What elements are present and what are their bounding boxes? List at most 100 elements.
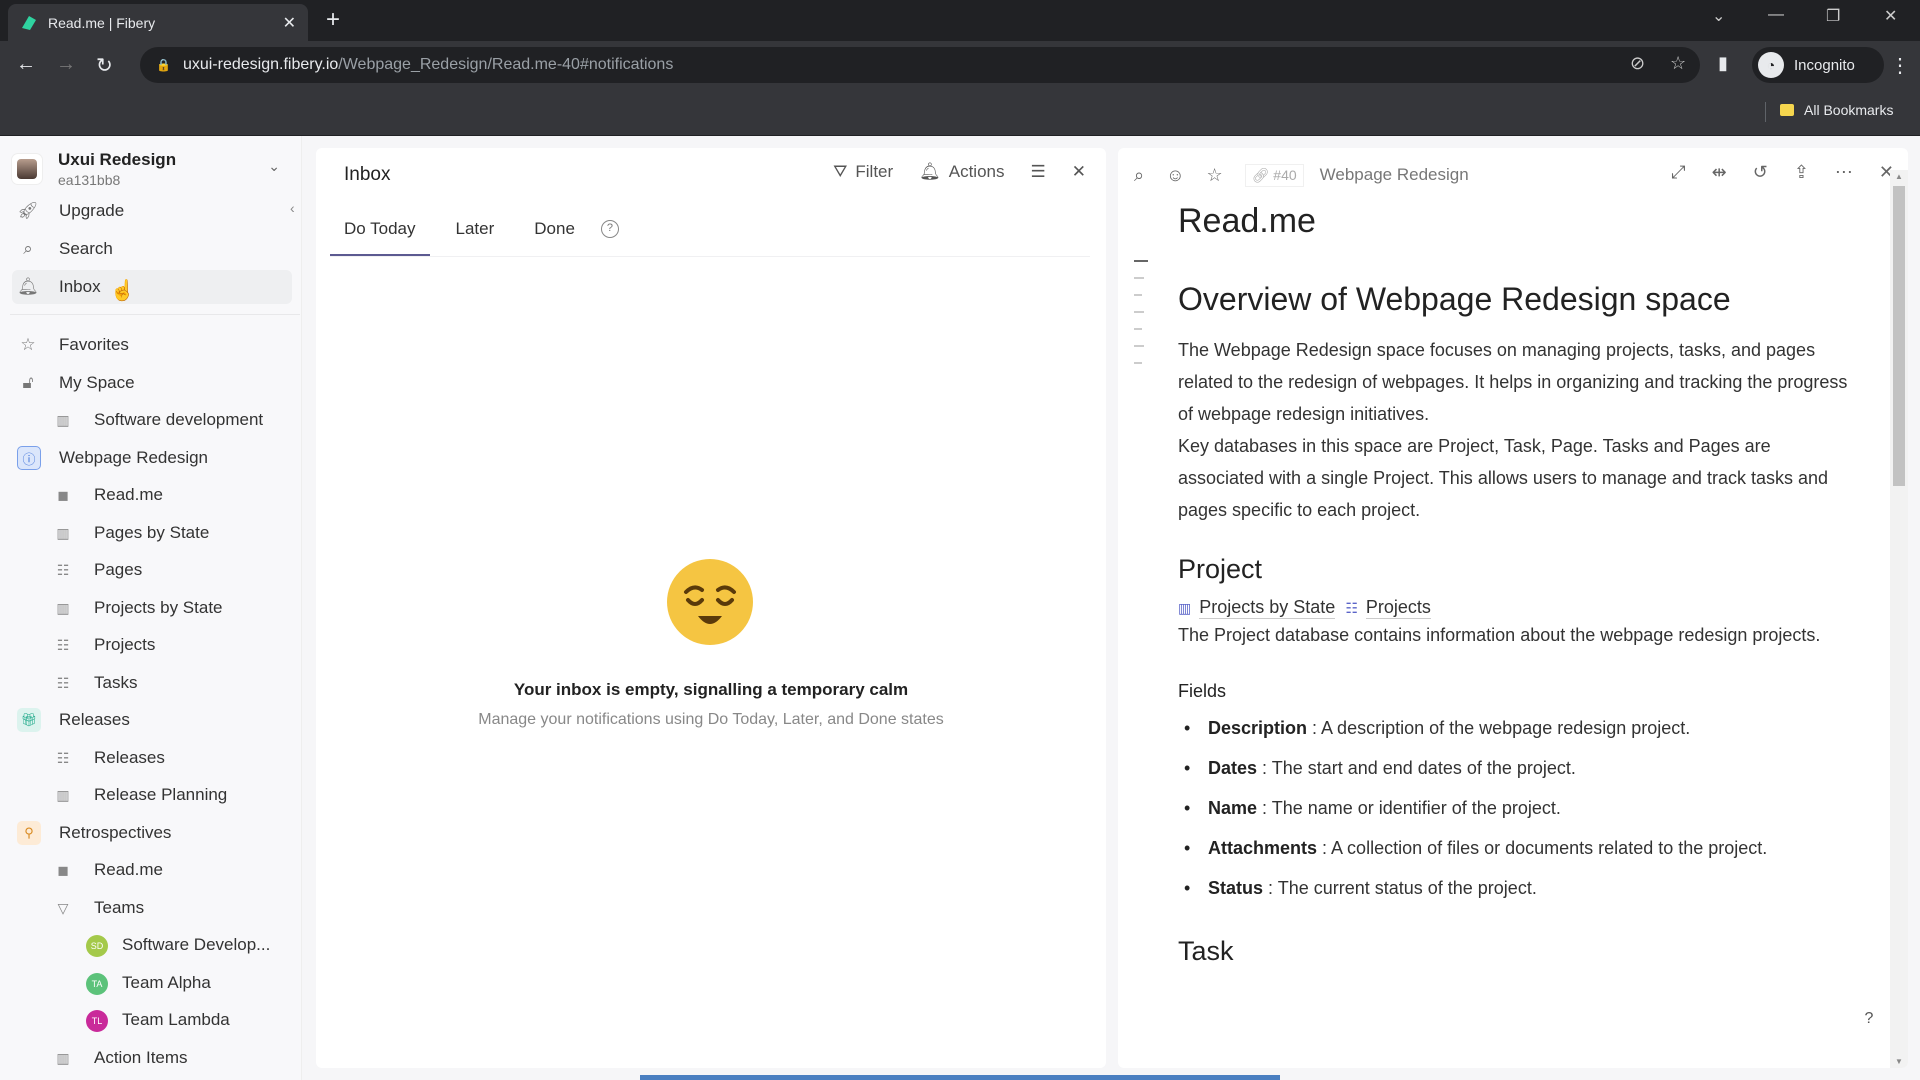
triangle-down-icon: ▽ xyxy=(57,899,69,916)
split-width-icon[interactable]: ⇹ xyxy=(1712,162,1727,183)
lock-icon: 🔓︎ xyxy=(22,373,34,392)
actions-button[interactable]: 🔔︎ Actions xyxy=(919,162,1004,182)
sidebar-item-readme[interactable]: ◼ Read.me xyxy=(12,478,292,512)
sidebar-item-retrospectives[interactable]: ⚲ Retrospectives xyxy=(12,816,292,850)
sidebar-item-software-development[interactable]: ▥ Software development xyxy=(12,403,292,437)
sidebar-item-pages-by-state[interactable]: ▥ Pages by State xyxy=(12,516,292,550)
table-of-contents-markers[interactable] xyxy=(1134,260,1148,379)
emoji-icon[interactable]: ☺ xyxy=(1166,165,1184,186)
sidebar-item-team-alpha[interactable]: TA Team Alpha xyxy=(12,966,292,1000)
favorite-star-icon[interactable]: ☆ xyxy=(1206,165,1222,186)
loading-progress-bar xyxy=(640,1075,1280,1080)
sidebar-item-inbox[interactable]: 🔔︎ Inbox xyxy=(12,270,292,304)
browser-tab[interactable]: Read.me | Fibery ✕ xyxy=(8,4,308,41)
team-avatar: TL xyxy=(86,1009,108,1032)
filter-button[interactable]: ⛛ Filter xyxy=(833,162,893,182)
funnel-icon: ⛛ xyxy=(833,162,848,181)
heading-task: Task xyxy=(1178,936,1234,966)
sidebar-item-label: Releases xyxy=(94,748,165,767)
url-path: /Webpage_Redesign/Read.me-40#notificatio… xyxy=(338,56,674,73)
help-icon[interactable]: ? xyxy=(600,220,619,238)
sidebar-item-team-lambda[interactable]: TL Team Lambda xyxy=(12,1003,292,1037)
sidebar-item-webpage-redesign[interactable]: ⓘ Webpage Redesign xyxy=(12,441,292,475)
document-scrollbar[interactable]: ▲ ▼ xyxy=(1890,170,1908,1068)
settings-sliders-icon[interactable]: ☰ xyxy=(1031,162,1046,182)
sidebar-item-teams[interactable]: ▽ Teams xyxy=(12,891,292,925)
sidebar-item-my-space[interactable]: 🔓︎ My Space xyxy=(12,366,292,400)
sidebar-item-release-planning[interactable]: ▥ Release Planning xyxy=(12,778,292,812)
restore-button[interactable]: ❐ xyxy=(1826,6,1840,26)
board-icon: ▥ xyxy=(1178,599,1192,616)
sidebar-item-pages[interactable]: ☷ Pages xyxy=(12,553,292,587)
table-icon: ☷ xyxy=(56,674,70,691)
close-tab-icon[interactable]: ✕ xyxy=(283,13,296,33)
link-projects[interactable]: Projects xyxy=(1365,597,1431,619)
close-window-button[interactable]: ✕ xyxy=(1884,6,1897,26)
app-area: Uxui Redesign ea131bb8 ⌄ ‹ 🚀︎ Upgrade ⌕ … xyxy=(0,136,1920,1080)
side-panel-icon[interactable]: ▮ xyxy=(1718,53,1728,74)
actions-label: Actions xyxy=(948,162,1005,181)
all-bookmarks-button[interactable]: All Bookmarks xyxy=(1780,102,1893,118)
search-icon[interactable]: ⌕ xyxy=(1134,165,1144,186)
minimize-button[interactable]: — xyxy=(1768,6,1784,24)
tracking-eye-off-icon[interactable]: ⊘ xyxy=(1630,53,1645,74)
team-avatar: TA xyxy=(86,972,108,995)
scrollbar-thumb[interactable] xyxy=(1893,186,1905,486)
list-item: Dates : The start and end dates of the p… xyxy=(1178,748,1858,788)
bookmark-star-icon[interactable]: ☆ xyxy=(1670,53,1686,74)
breadcrumb[interactable]: Webpage Redesign xyxy=(1320,165,1469,185)
gift-icon: 🎁︎ xyxy=(17,708,41,732)
forward-icon[interactable]: → xyxy=(56,53,76,76)
workspace-switcher[interactable]: Uxui Redesign ea131bb8 ⌄ xyxy=(12,146,290,192)
sidebar-item-search[interactable]: ⌕ Search xyxy=(12,232,292,266)
scroll-up-icon[interactable]: ▲ xyxy=(1895,172,1903,181)
share-icon[interactable]: ⇪ xyxy=(1794,162,1809,183)
sidebar-item-label: Read.me xyxy=(94,860,163,879)
sidebar-item-tasks[interactable]: ☷ Tasks xyxy=(12,666,292,700)
sidebar-item-projects[interactable]: ☷ Projects xyxy=(12,628,292,662)
scroll-down-icon[interactable]: ▼ xyxy=(1895,1057,1903,1066)
new-tab-button[interactable]: + xyxy=(326,8,340,32)
more-icon[interactable]: ⋯ xyxy=(1835,162,1853,183)
sidebar-item-releases[interactable]: ☷ Releases xyxy=(12,741,292,775)
tab-search-icon[interactable]: ⌄ xyxy=(1712,6,1725,26)
incognito-profile-button[interactable]: ◔ Incognito xyxy=(1752,47,1884,83)
tab-done[interactable]: Done xyxy=(520,214,589,256)
tab-later[interactable]: Later xyxy=(442,214,509,256)
sidebar-item-action-items[interactable]: ▥ Action Items xyxy=(12,1041,292,1075)
link-projects-by-state[interactable]: Projects by State xyxy=(1199,597,1336,619)
star-icon: ☆ xyxy=(20,335,36,354)
url-host: uxui-redesign.fibery.io xyxy=(182,56,339,73)
empty-state-title: Your inbox is empty, signalling a tempor… xyxy=(513,680,909,699)
sidebar-item-label: Projects xyxy=(94,635,156,654)
entity-id-link[interactable]: 🔗︎ #40 xyxy=(1244,163,1304,187)
fibery-logo-icon xyxy=(22,15,36,30)
sidebar-item-team-software-develop[interactable]: SD Software Develop... xyxy=(12,928,292,962)
close-icon[interactable]: ✕ xyxy=(1072,162,1086,182)
overview-paragraph: The Webpage Redesign space focuses on ma… xyxy=(1178,340,1848,424)
tab-do-today[interactable]: Do Today xyxy=(330,214,430,256)
url-field[interactable]: 🔒 uxui-redesign.fibery.io /Webpage_Redes… xyxy=(140,47,1700,83)
heading-project: Project xyxy=(1178,554,1263,584)
sidebar-item-retro-readme[interactable]: ◼ Read.me xyxy=(12,853,292,887)
all-bookmarks-label: All Bookmarks xyxy=(1804,102,1894,118)
sidebar-item-label: Pages xyxy=(94,560,143,579)
sidebar-item-favorites[interactable]: ☆ Favorites xyxy=(12,328,292,362)
sidebar-item-releases-space[interactable]: 🎁︎ Releases xyxy=(12,703,292,737)
reload-icon[interactable]: ↻ xyxy=(96,53,113,78)
back-icon[interactable]: ← xyxy=(16,53,36,76)
bookmarks-divider xyxy=(1765,102,1766,122)
help-button[interactable]: ? xyxy=(1854,1004,1884,1034)
chevron-down-icon[interactable]: ⌄ xyxy=(268,158,280,175)
expand-icon[interactable]: ⤢ xyxy=(1671,162,1685,183)
browser-menu-icon[interactable]: ⋮ xyxy=(1890,53,1910,78)
sidebar-item-upgrade[interactable]: 🚀︎ Upgrade xyxy=(12,194,292,228)
entity-id: #40 xyxy=(1273,166,1297,183)
board-icon: ▥ xyxy=(56,599,70,616)
board-icon: ▥ xyxy=(56,1049,70,1066)
table-icon: ☷ xyxy=(56,749,70,766)
history-icon[interactable]: ↺ xyxy=(1753,162,1768,183)
retro-icon: ⚲ xyxy=(17,821,41,845)
link-icon: 🔗︎ xyxy=(1251,166,1274,183)
sidebar-item-projects-by-state[interactable]: ▥ Projects by State xyxy=(12,591,292,625)
